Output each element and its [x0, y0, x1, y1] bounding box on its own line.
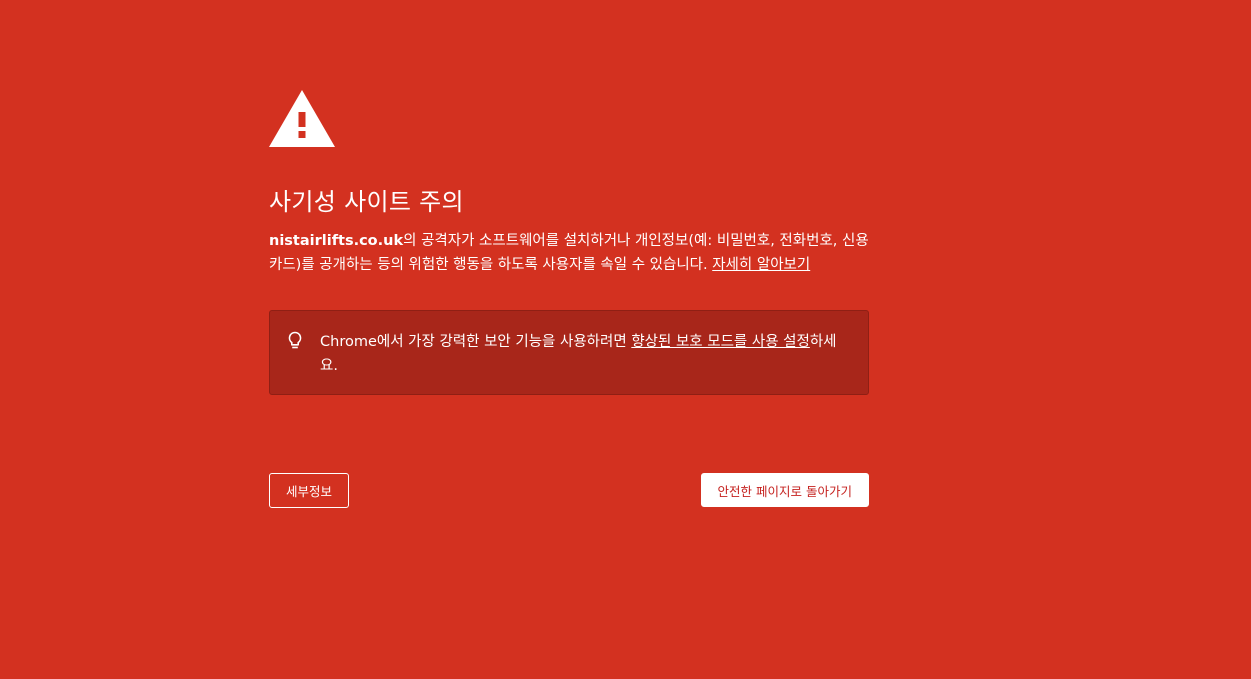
- warning-explanation: nistairlifts.co.uk의 공격자가 소프트웨어를 설치하거나 개인…: [269, 229, 869, 277]
- learn-more-link[interactable]: 자세히 알아보기: [712, 257, 810, 273]
- details-button[interactable]: 세부정보: [269, 473, 350, 508]
- back-to-safety-button[interactable]: 안전한 페이지로 돌아가기: [700, 473, 869, 507]
- enhanced-protection-text: Chrome에서 가장 강력한 보안 기능을 사용하려면: [320, 334, 632, 350]
- site-domain: nistairlifts.co.uk: [269, 233, 404, 249]
- enhanced-protection-box: Chrome에서 가장 강력한 보안 기능을 사용하려면 향상된 보호 모드를 …: [269, 310, 869, 395]
- interstitial-content: 사기성 사이트 주의 nistairlifts.co.uk의 공격자가 소프트웨…: [269, 90, 869, 395]
- enhanced-protection-link[interactable]: 향상된 보호 모드를 사용 설정: [631, 334, 810, 350]
- page-title: 사기성 사이트 주의: [269, 188, 464, 216]
- button-row: 세부정보 안전한 페이지로 돌아가기: [269, 473, 869, 508]
- lightbulb-icon: [288, 331, 302, 349]
- phishing-warning-page: 사기성 사이트 주의 nistairlifts.co.uk의 공격자가 소프트웨…: [0, 0, 1251, 679]
- warning-triangle-icon: [269, 90, 335, 147]
